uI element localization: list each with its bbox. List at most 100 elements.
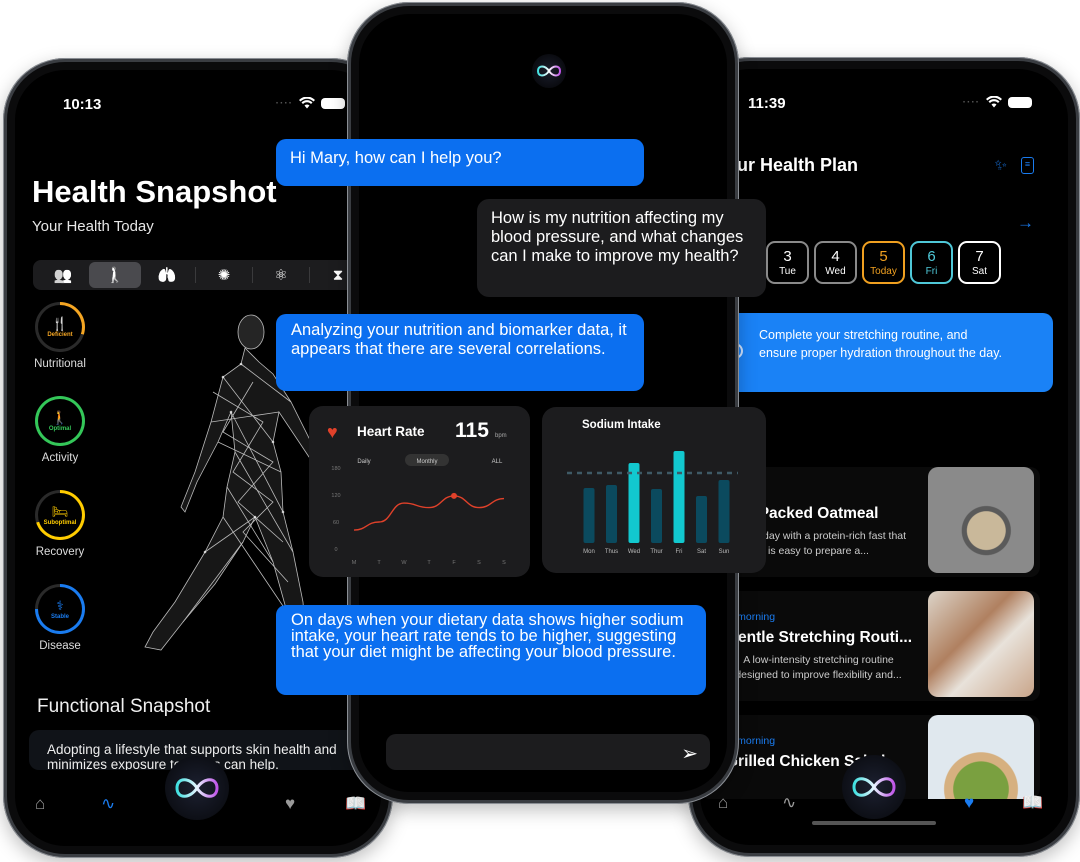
recommendation-name: Gentle Stretching Routi... — [726, 629, 913, 646]
sodium-intake-chart: Sodium Intake Mon Thus Wed Thur Fri Sat Sun — [567, 419, 738, 555]
pulse-icon[interactable]: ∿ — [101, 794, 115, 814]
day-tue[interactable]: 3 Tue — [766, 241, 809, 284]
sodium-bar-mon[interactable] — [583, 488, 595, 543]
book-icon[interactable]: 📖 — [345, 794, 366, 814]
segment-lungs[interactable]: 🫁 — [141, 262, 193, 288]
x-tick-label: T — [427, 560, 431, 566]
status-time: 10:13 — [63, 96, 102, 113]
cells-icon: ✺ — [217, 267, 231, 284]
assistant-orb-button[interactable] — [165, 756, 229, 820]
filter-monthly[interactable]: Monthly — [416, 459, 437, 465]
daily-goals-card[interactable]: oals Complete your stretching routine, a… — [700, 313, 1053, 392]
send-icon[interactable]: ➢ — [681, 741, 698, 766]
home-indicator — [812, 821, 936, 825]
status-time: 11:39 — [748, 95, 786, 112]
sodium-bar-sun[interactable] — [718, 480, 730, 543]
y-tick-label: 180 — [331, 466, 340, 472]
heart-rate-highlight-point[interactable] — [451, 492, 457, 499]
metric-activity[interactable]: 🚶 Optimal Activity — [29, 396, 91, 464]
sparkles-icon[interactable]: ✨︎ — [995, 157, 1007, 174]
lungs-icon: 🫁 — [157, 267, 177, 284]
heart-rate-card[interactable]: ♥ Heart Rate 115 bpm Daily Monthly ALL 0 60 120 18… — [309, 406, 530, 577]
x-tick-label: Sun — [719, 549, 730, 555]
heart-rate-value: 115 — [455, 419, 489, 442]
day-sat[interactable]: 7 Sat — [958, 241, 1001, 284]
heart-rate-chart: ♥ Heart Rate 115 bpm Daily Monthly ALL 0 60 120 18… — [327, 419, 507, 566]
day-wed[interactable]: 4 Wed — [814, 241, 857, 284]
metric-ring: 🚶 Optimal — [35, 396, 85, 446]
assistant-message: Hi Mary, how can I help you? — [276, 139, 644, 186]
metric-nutritional[interactable]: 🍴 Deficient Nutritional — [29, 302, 91, 370]
day-name: Tue — [779, 266, 796, 277]
home-icon[interactable]: ⌂ — [35, 794, 45, 814]
metric-label: Activity — [41, 452, 79, 464]
assistant-orb-button[interactable] — [842, 755, 906, 819]
sodium-bar-sat[interactable] — [696, 496, 707, 543]
segment-molecule[interactable]: ⚛ — [255, 262, 307, 288]
sodium-bar-thus[interactable] — [606, 485, 617, 543]
segment-divider — [309, 267, 310, 283]
day-name: Sat — [971, 266, 987, 277]
metric-status: Deficient — [47, 331, 73, 338]
segment-divider — [195, 267, 196, 283]
y-tick-label: 120 — [331, 493, 340, 499]
y-tick-label: 0 — [334, 547, 337, 553]
message-input[interactable]: ➢ — [386, 734, 710, 770]
wifi-icon — [299, 97, 315, 109]
sodium-bar-thur[interactable] — [651, 489, 662, 543]
segment-cells[interactable]: ✺ — [198, 262, 250, 288]
filter-all[interactable]: ALL — [492, 459, 503, 465]
day-fri[interactable]: 6 Fri — [910, 241, 953, 284]
day-name: Today — [870, 266, 897, 277]
status-bar: 10:13 ···· — [15, 94, 381, 114]
segment-walking[interactable]: 🚶 — [89, 262, 141, 288]
metric-label: Disease — [39, 640, 81, 652]
segment-people[interactable]: 👥 — [37, 262, 89, 288]
book-icon[interactable]: 📖 — [1022, 793, 1043, 813]
sodium-intake-card[interactable]: Sodium Intake Mon Thus Wed Thur Fri Sat Sun — [542, 407, 766, 573]
status-bar: 11:39 ···· — [700, 93, 1068, 113]
next-week-arrow-icon[interactable]: → — [1017, 213, 1034, 233]
filter-daily[interactable]: Daily — [357, 459, 370, 465]
recommendation-card[interactable]: ⏱︎ morningGentle Stretching Routi...A lo… — [700, 591, 1040, 701]
assistant-orb-icon — [175, 778, 219, 798]
x-tick-label: S — [502, 560, 506, 566]
page-subtitle: Your Health Today — [32, 218, 154, 235]
page-title: our Health Plan — [726, 155, 859, 175]
y-tick-label: 60 — [333, 520, 339, 526]
day-today[interactable]: 5 Today — [862, 241, 905, 284]
functional-snapshot-title: Functional Snapshot — [37, 696, 211, 717]
metric-status: Optimal — [48, 425, 72, 432]
goals-text: Complete your stretching routine, and en… — [759, 328, 1002, 360]
page-title: Health Snapshot — [32, 174, 277, 209]
day-number: 5 — [879, 248, 888, 265]
heart-rate-unit: bpm — [495, 433, 507, 439]
recommendation-image-stretching — [928, 591, 1034, 697]
sodium-bar-wed[interactable] — [628, 463, 640, 543]
chart-title: Heart Rate — [357, 424, 425, 439]
sodium-bar-fri[interactable] — [673, 451, 685, 543]
x-tick-label: Mon — [583, 549, 595, 555]
dna-icon: ⧗ — [332, 266, 344, 284]
metric-label: Recovery — [35, 546, 85, 558]
x-tick-label: Fri — [676, 549, 683, 555]
x-tick-label: F — [452, 560, 456, 566]
clipboard-icon[interactable]: ≡ — [1021, 157, 1034, 174]
heart-rate-line — [353, 495, 505, 531]
walking-icon: 🚶 — [51, 409, 69, 425]
day-number: 6 — [927, 248, 936, 265]
metric-ring: ⚕ Stable — [35, 584, 85, 634]
recommendation-image-oatmeal — [928, 467, 1034, 573]
heart-icon[interactable]: ♥ — [964, 793, 974, 813]
tab-bar: ⌂ ∿ ♥ 📖 — [700, 755, 1068, 827]
heart-icon[interactable]: ♥ — [285, 794, 295, 814]
assistant-orb-icon — [532, 54, 566, 88]
x-tick-label: Wed — [628, 549, 640, 555]
pulse-icon[interactable]: ∿ — [782, 793, 796, 813]
stethoscope-icon: ⚕ — [56, 597, 64, 613]
metric-ring: 🛏 Suboptimal — [35, 490, 85, 540]
home-icon[interactable]: ⌂ — [718, 793, 728, 813]
metric-disease[interactable]: ⚕ Stable Disease — [29, 584, 91, 652]
battery-icon — [321, 97, 345, 109]
metric-recovery[interactable]: 🛏 Suboptimal Recovery — [29, 490, 91, 558]
